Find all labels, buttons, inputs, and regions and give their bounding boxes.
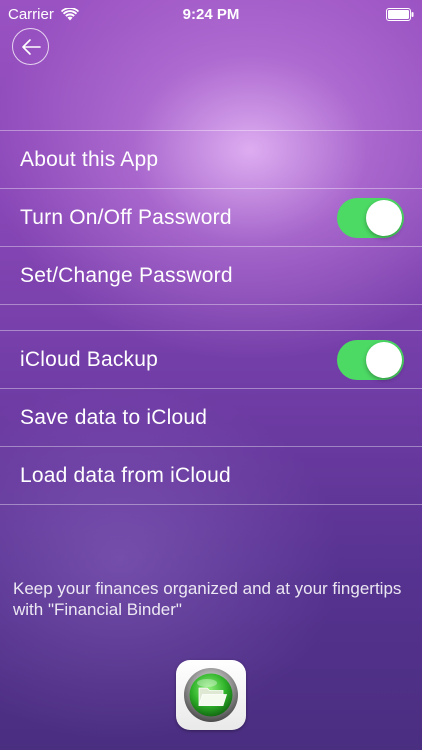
row-set-change-password[interactable]: Set/Change Password (0, 247, 422, 304)
row-label: Save data to iCloud (20, 405, 208, 429)
row-about-this-app[interactable]: About this App (0, 131, 422, 188)
app-tagline: Keep your finances organized and at your… (13, 579, 402, 619)
folder-icon (184, 668, 238, 722)
row-turn-on-off-password: Turn On/Off Password (0, 189, 422, 246)
row-label: About this App (20, 147, 159, 171)
back-arrow-icon (21, 38, 41, 55)
row-label: Load data from iCloud (20, 463, 231, 487)
icloud-backup-toggle[interactable] (337, 340, 404, 380)
toggle-knob (366, 200, 402, 236)
row-load-data-from-icloud[interactable]: Load data from iCloud (0, 447, 422, 504)
status-time: 9:24 PM (182, 6, 240, 23)
row-label: Turn On/Off Password (20, 205, 232, 229)
toggle-knob (366, 342, 402, 378)
row-save-data-to-icloud[interactable]: Save data to iCloud (0, 389, 422, 446)
financial-binder-app-icon[interactable] (176, 660, 246, 730)
battery-icon (386, 8, 414, 21)
password-toggle[interactable] (337, 198, 404, 238)
row-label: Set/Change Password (20, 263, 233, 287)
section-1-bottom-separator (0, 304, 422, 305)
row-icloud-backup: iCloud Backup (0, 331, 422, 388)
row-label: iCloud Backup (20, 347, 159, 371)
section-2-bottom-separator (0, 504, 422, 505)
back-button[interactable] (12, 28, 49, 65)
status-bar: Carrier 9:24 PM (0, 0, 422, 30)
